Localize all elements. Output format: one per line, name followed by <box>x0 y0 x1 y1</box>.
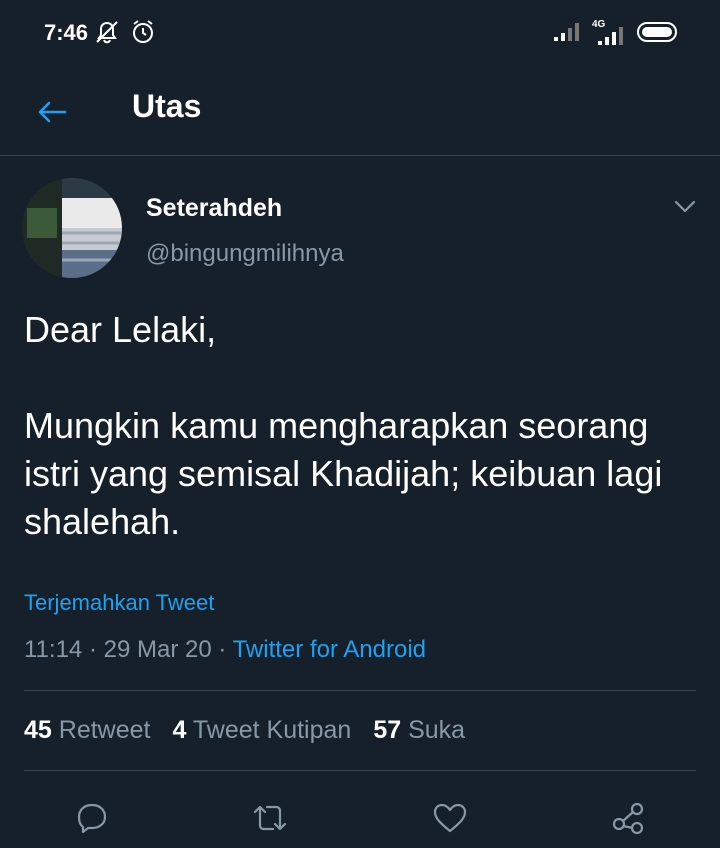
signal-icon <box>552 21 582 48</box>
avatar[interactable] <box>22 178 122 278</box>
likes-label: Suka <box>408 716 466 744</box>
back-button[interactable] <box>30 90 74 134</box>
display-name[interactable]: Seterahdeh <box>146 194 282 223</box>
retweet-icon <box>253 805 287 831</box>
back-arrow-icon <box>38 101 67 123</box>
notifications-off-icon <box>94 18 120 51</box>
quotes-count: 4 <box>172 716 187 744</box>
reply-icon <box>77 803 107 834</box>
status-icons-right: 4G <box>552 19 680 49</box>
tweet-text: Dear Lelaki, Mungkin kamu mengharapkan s… <box>24 309 663 542</box>
reply-button[interactable] <box>70 796 114 840</box>
retweets-stat[interactable]: 45 Retweet <box>24 716 150 745</box>
battery-icon <box>636 20 680 49</box>
retweet-button[interactable] <box>248 796 292 840</box>
like-button[interactable] <box>428 796 472 840</box>
status-icons-left <box>94 18 156 51</box>
tweet-stats: 45 Retweet 4 Tweet Kutipan 57 Suka <box>24 716 465 745</box>
share-button[interactable] <box>606 796 650 840</box>
retweets-label: Retweet <box>58 716 151 744</box>
status-bar: 7:46 4G <box>0 0 720 68</box>
quotes-stat[interactable]: 4 Tweet Kutipan <box>172 716 351 745</box>
alarm-icon <box>130 18 156 51</box>
tweet-actions <box>0 796 720 848</box>
share-icon <box>612 802 644 835</box>
tweet-time: 11:14 <box>24 636 83 663</box>
status-time: 7:46 <box>44 20 89 45</box>
tweet-menu-button[interactable] <box>670 192 700 222</box>
tweet-source[interactable]: Twitter for Android <box>233 636 426 663</box>
like-icon <box>433 803 467 833</box>
divider <box>24 770 696 771</box>
page-title: Utas <box>132 88 202 124</box>
tweet-meta: 11:14 · 29 Mar 20 · Twitter for Android <box>24 636 426 664</box>
retweets-count: 45 <box>24 716 52 744</box>
translate-tweet-link[interactable]: Terjemahkan Tweet <box>24 590 214 616</box>
meta-separator: · <box>218 636 233 663</box>
header: Utas <box>0 68 720 156</box>
chevron-down-icon <box>674 200 696 213</box>
likes-stat[interactable]: 57 Suka <box>373 716 465 745</box>
meta-separator: · <box>88 636 104 663</box>
tweet-date: 29 Mar 20 <box>103 636 212 663</box>
user-handle[interactable]: @bingungmilihnya <box>146 240 344 268</box>
quotes-label: Tweet Kutipan <box>192 716 352 744</box>
signal-4g-icon: 4G <box>592 19 626 47</box>
divider <box>24 690 696 691</box>
likes-count: 57 <box>373 716 402 744</box>
